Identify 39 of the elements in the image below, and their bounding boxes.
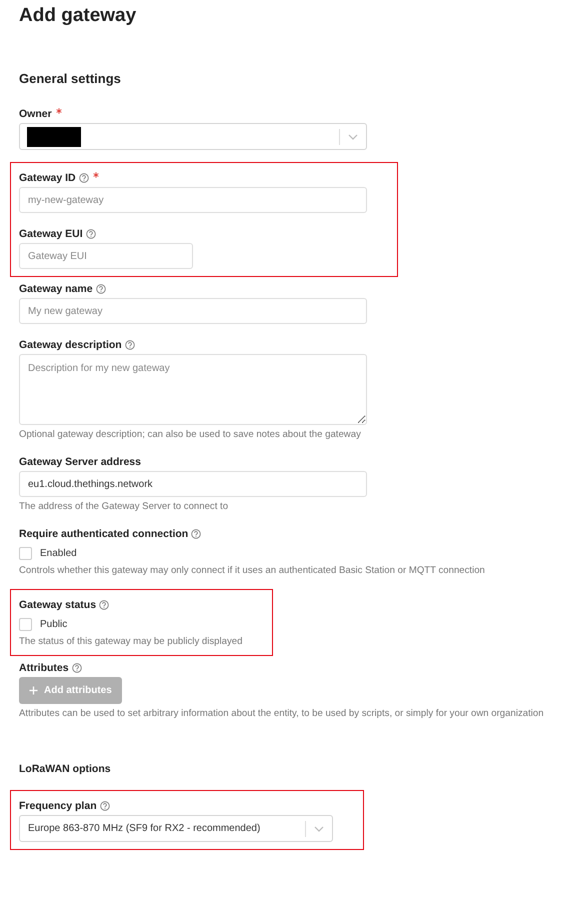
help-icon[interactable]	[96, 284, 106, 294]
help-icon[interactable]	[124, 340, 135, 350]
field-description: Optional gateway description; can also be used to save notes about the gateway	[19, 428, 362, 441]
field-description: The address of the Gateway Server to connect to	[19, 500, 230, 513]
help-icon[interactable]	[100, 801, 110, 811]
select-field[interactable]	[19, 123, 367, 150]
field-label: Gateway Server address	[19, 456, 141, 468]
plus-icon	[29, 686, 38, 695]
checkbox[interactable]	[19, 618, 32, 630]
field-label: Require authenticated connection	[19, 528, 188, 540]
section-heading: General settings	[19, 71, 122, 87]
help-icon[interactable]	[191, 529, 202, 539]
field-label: Owner	[19, 108, 52, 120]
field-description: Controls whether this gateway may only connect if it uses an authenticated Basic Station or MQTT connection	[19, 564, 486, 577]
text-field[interactable]: my-new-gateway	[19, 187, 367, 213]
section-heading: LoRaWAN options	[19, 762, 112, 777]
field-label: Gateway EUI	[19, 228, 83, 240]
chevron-down-icon	[314, 826, 324, 832]
help-icon[interactable]	[78, 173, 89, 183]
field-label: Gateway description	[19, 339, 122, 351]
text-field[interactable]: Gateway EUI	[19, 243, 193, 269]
text-area[interactable]: Description for my new gateway	[19, 354, 367, 425]
checkbox-label: Public	[40, 618, 68, 630]
field-label: Gateway ID	[19, 172, 76, 184]
text-field[interactable]: My new gateway	[19, 298, 367, 324]
checkbox[interactable]	[19, 546, 32, 560]
field-label: Attributes	[19, 662, 69, 674]
field-label: Frequency plan	[19, 800, 97, 812]
chevron-down-icon	[348, 134, 358, 140]
text-field[interactable]: eu1.cloud.thethings.network	[19, 471, 367, 497]
field-label: Gateway status	[19, 599, 96, 611]
field-description: Attributes can be used to set arbitrary information about the entity, to be used by scripts, or simply for your own organization	[19, 707, 545, 720]
field-label: Gateway name	[19, 283, 93, 295]
select-field[interactable]: Europe 863-870 MHz (SF9 for RX2 - recommended)	[19, 815, 333, 842]
page-title: Add gateway	[19, 4, 138, 28]
help-icon[interactable]	[99, 600, 110, 610]
checkbox-label: Enabled	[40, 548, 77, 558]
help-icon[interactable]	[86, 229, 96, 239]
field-description: The status of this gateway may be publicly displayed	[19, 635, 242, 648]
